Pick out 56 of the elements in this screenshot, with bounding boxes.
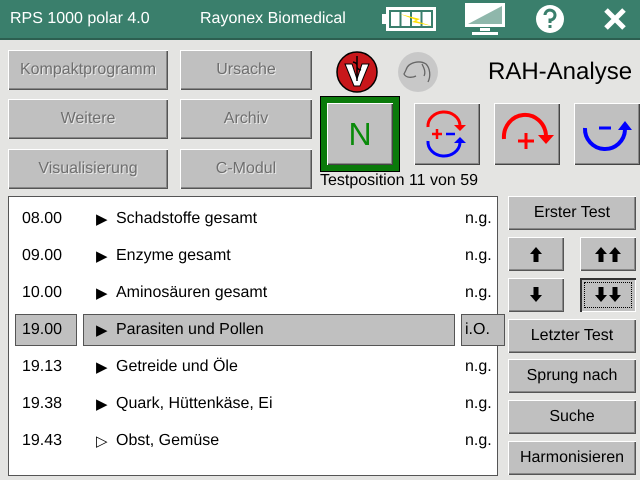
marker: ▶ — [96, 395, 109, 413]
help-icon[interactable] — [536, 5, 564, 33]
test-result: n.g. — [464, 246, 493, 266]
test-code[interactable]: 10.00 — [15, 277, 77, 309]
nav-button[interactable]: Erster Test — [508, 196, 636, 230]
arrow-button[interactable] — [508, 278, 564, 312]
test-name[interactable]: ▶ Parasiten und Pollen — [83, 314, 455, 346]
mode-button[interactable] — [494, 103, 560, 165]
test-name-text: Aminosäuren gesamt — [116, 284, 268, 302]
caduceus-v-logo-icon — [336, 51, 378, 93]
close-icon[interactable] — [604, 8, 626, 30]
nav-button[interactable]: Letzter Test — [508, 318, 636, 353]
marker: ▶ — [96, 321, 109, 339]
test-name-text: Parasiten und Pollen — [116, 321, 264, 339]
marker: ▷ — [96, 432, 109, 450]
test-name[interactable]: ▶ Schadstoffe gesamt — [83, 203, 455, 235]
battery-charging-icon — [382, 6, 438, 32]
marker: ▶ — [96, 247, 109, 265]
test-result: n.g. — [464, 431, 493, 451]
test-code[interactable]: 19.43 — [15, 425, 77, 457]
marker: ▶ — [96, 358, 109, 376]
test-result: n.g. — [464, 283, 493, 303]
test-result: n.g. — [464, 209, 493, 229]
test-name[interactable]: ▷ Obst, Gemüse — [83, 425, 455, 457]
monitor-icon — [464, 2, 506, 36]
nav-button[interactable]: Sprung nach — [508, 359, 636, 394]
nav-button[interactable]: Harmonisieren — [508, 441, 636, 476]
nav-button[interactable]: Suche — [508, 400, 636, 434]
arrow-button[interactable] — [580, 278, 636, 312]
test-code[interactable]: 19.38 — [15, 388, 77, 420]
test-name-text: Enzyme gesamt — [116, 247, 231, 265]
arrow-button[interactable] — [508, 236, 564, 271]
marker: ▶ — [96, 210, 109, 228]
test-name[interactable]: ▶ Quark, Hüttenkäse, Ei — [83, 388, 455, 420]
test-name-text: Quark, Hüttenkäse, Ei — [116, 395, 273, 413]
test-code[interactable]: 08.00 — [15, 203, 77, 235]
mode-button[interactable] — [574, 103, 640, 165]
marker: ▶ — [96, 284, 109, 302]
test-name[interactable]: ▶ Enzyme gesamt — [83, 240, 455, 272]
mode-button[interactable] — [414, 103, 480, 165]
test-code[interactable]: 19.00 — [15, 314, 77, 346]
vendor-name: Rayonex Biomedical — [200, 10, 347, 28]
test-name-text: Obst, Gemüse — [116, 432, 220, 450]
test-result: n.g. — [464, 394, 493, 414]
test-result: n.g. — [464, 357, 493, 377]
window-title: RPS 1000 polar 4.0 — [10, 10, 151, 28]
analysis-title: RAH-Analyse — [488, 58, 632, 86]
test-name[interactable]: ▶ Aminosäuren gesamt — [83, 277, 455, 309]
test-name-text: Getreide und Öle — [116, 358, 238, 376]
arrow-button[interactable] — [580, 236, 636, 271]
test-code[interactable]: 19.13 — [15, 351, 77, 383]
test-position: Testposition 11 von 59 — [320, 172, 480, 190]
test-code[interactable]: 09.00 — [15, 240, 77, 272]
test-name[interactable]: ▶ Getreide und Öle — [83, 351, 455, 383]
test-name-text: Schadstoffe gesamt — [116, 210, 258, 228]
test-result: i.O. — [461, 314, 505, 346]
